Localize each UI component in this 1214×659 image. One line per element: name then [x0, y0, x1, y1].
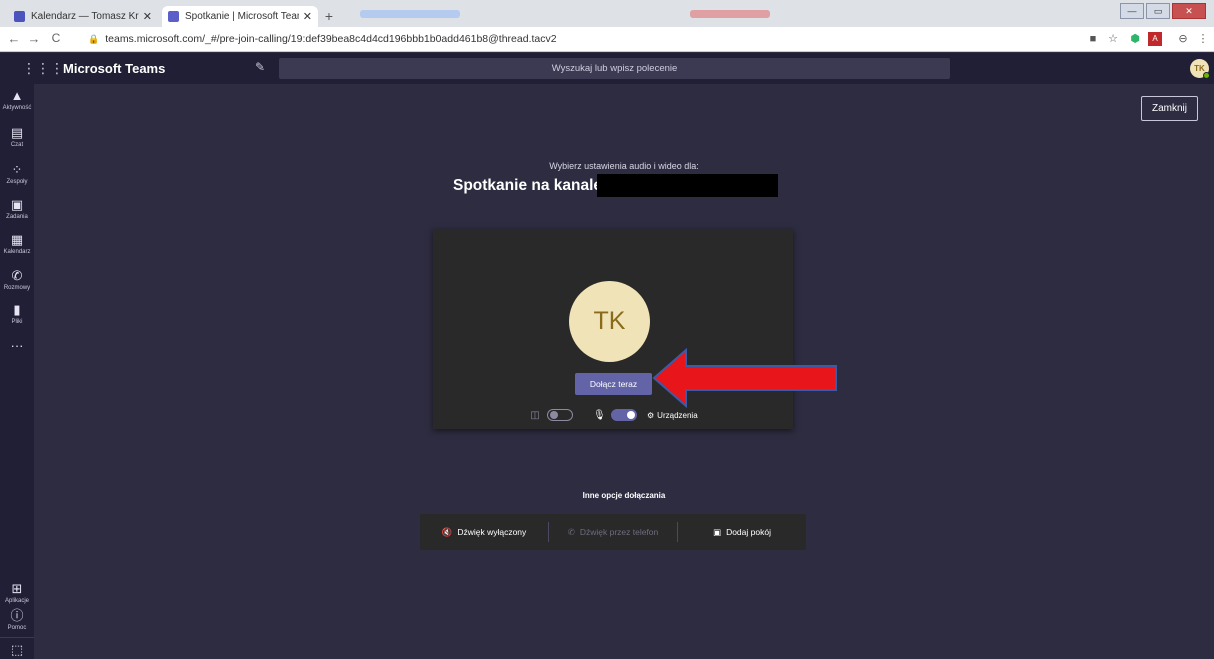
mic-toggle[interactable] [611, 409, 637, 421]
more-icon: ··· [10, 338, 24, 353]
add-room-option[interactable]: ▣ Dodaj pokój [677, 522, 806, 542]
rail-item-chat[interactable]: ▤ Czat [0, 125, 34, 148]
option-label: Dodaj pokój [726, 527, 771, 537]
gear-icon: ⚙ [647, 410, 655, 420]
prejoin-prompt: Wybierz ustawienia audio i wideo dla: [549, 161, 699, 171]
preview-avatar: TK [569, 281, 650, 362]
red-arrow-annotation [652, 348, 837, 408]
rail-label: Zespoły [6, 179, 28, 185]
avatar-initials: TK [1194, 64, 1205, 73]
rail-label: Pliki [11, 319, 23, 325]
phone-audio-option: ✆ Dźwięk przez telefon [548, 522, 677, 542]
download-app-button[interactable]: ⬚ [0, 637, 34, 658]
window-controls: — ▭ ✕ [1120, 3, 1206, 19]
teams-header: ⋮⋮⋮ Microsoft Teams ✎ Wyszukaj lub wpisz… [0, 53, 1214, 84]
rail-item-files[interactable]: ▮ Pliki [0, 302, 34, 325]
tab-title: Kalendarz — Tomasz Kretowicz - [31, 11, 139, 22]
window-close-icon[interactable]: ✕ [1172, 3, 1206, 19]
calendar-favicon-icon [14, 11, 25, 22]
url-field[interactable]: 🔒 teams.microsoft.com/_#/pre-join-callin… [88, 33, 557, 45]
download-icon: ⬚ [10, 642, 24, 657]
shield-extension-icon[interactable]: ⬢ [1128, 32, 1142, 46]
room-icon: ▣ [713, 526, 722, 537]
rail-label: Zadania [6, 214, 28, 220]
rail-item-tasks[interactable]: ▣ Zadania [0, 197, 34, 220]
tab-title: Spotkanie | Microsoft Teams [185, 11, 299, 22]
phone-icon: ✆ [567, 526, 575, 537]
close-tab-icon[interactable]: ✕ [303, 10, 312, 23]
devices-button[interactable]: ⚙ Urządzenia [647, 411, 698, 420]
menu-icon[interactable]: ⋮ [1196, 32, 1210, 46]
url-text: teams.microsoft.com/_#/pre-join-calling/… [105, 33, 557, 45]
rail-label: Aktywność [2, 105, 32, 111]
bell-icon: ▲ [10, 88, 24, 103]
option-label: Dźwięk wyłączony [457, 527, 527, 537]
teams-favicon-icon [168, 11, 179, 22]
forward-icon[interactable]: → [26, 31, 42, 46]
minimize-icon[interactable]: — [1120, 3, 1144, 19]
rail-item-more[interactable]: ··· [0, 338, 34, 354]
search-input[interactable]: Wyszukaj lub wpisz polecenie [279, 58, 950, 79]
new-tab-button[interactable]: + [320, 8, 338, 24]
microphone-icon: 🎙 [593, 409, 606, 421]
join-now-button[interactable]: Dołącz teraz [575, 373, 652, 395]
av-controls: ◫ 🎙 ⚙ Urządzenia [529, 405, 698, 425]
browser-tab-teams[interactable]: Spotkanie | Microsoft Teams ✕ [162, 6, 318, 27]
redacted-channel-name [597, 174, 778, 197]
phone-icon: ✆ [11, 268, 23, 283]
browser-tab-bar: Kalendarz — Tomasz Kretowicz - ✕ Spotkan… [0, 0, 1214, 27]
rail-label: Czat [10, 142, 24, 148]
pdf-extension-icon[interactable]: A [1148, 32, 1162, 46]
rail-label: Pomoc [7, 625, 27, 631]
app-launcher-icon[interactable]: ⋮⋮⋮ [22, 60, 64, 77]
rail-item-calls[interactable]: ✆ Rozmowy [0, 268, 34, 291]
browser-tab-calendar[interactable]: Kalendarz — Tomasz Kretowicz - ✕ [8, 6, 158, 27]
compose-icon[interactable]: ✎ [255, 60, 265, 74]
option-label: Dźwięk przez telefon [579, 527, 659, 537]
camera-off-icon: ◫ [530, 409, 540, 421]
profile-icon[interactable]: ⊖ [1176, 32, 1190, 46]
lock-icon: 🔒 [88, 33, 100, 44]
calendar-icon: ▦ [10, 232, 24, 247]
bookmark-star-icon[interactable]: ☆ [1106, 32, 1120, 46]
user-avatar[interactable]: TK [1190, 59, 1210, 79]
blurred-tab [690, 10, 770, 18]
close-tab-icon[interactable]: ✕ [143, 10, 152, 23]
brand-title: Microsoft Teams [63, 61, 166, 76]
help-icon: ⓘ [10, 608, 24, 623]
rail-item-help[interactable]: ⓘ Pomoc [0, 608, 34, 631]
address-bar: ← → C 🔒 teams.microsoft.com/_#/pre-join-… [0, 27, 1214, 52]
audio-off-option[interactable]: 🔇 Dźwięk wyłączony [420, 522, 548, 542]
blurred-tab [360, 10, 460, 18]
back-icon[interactable]: ← [6, 31, 22, 46]
rail-item-apps[interactable]: ⊞ Aplikacje [0, 581, 34, 604]
presence-icon [1203, 72, 1210, 79]
speaker-off-icon: 🔇 [441, 526, 453, 537]
video-toggle[interactable] [547, 409, 573, 421]
files-icon: ▮ [13, 302, 21, 317]
maximize-icon[interactable]: ▭ [1146, 3, 1170, 19]
rail-label: Kalendarz [3, 249, 31, 255]
camera-icon[interactable]: ■ [1086, 32, 1100, 46]
chat-icon: ▤ [10, 125, 24, 140]
reload-icon[interactable]: C [48, 31, 64, 45]
other-options-title: Inne opcje dołączania [582, 491, 666, 500]
meeting-title: Spotkanie na kanale [453, 177, 603, 194]
other-join-options: 🔇 Dźwięk wyłączony ✆ Dźwięk przez telefo… [420, 514, 806, 550]
rail-label: Rozmowy [3, 285, 31, 291]
devices-label: Urządzenia [657, 410, 698, 420]
rail-label: Aplikacje [4, 598, 29, 604]
close-button[interactable]: Zamknij [1141, 96, 1198, 121]
tasks-icon: ▣ [10, 197, 24, 212]
rail-item-activity[interactable]: ▲ Aktywność [0, 88, 34, 111]
apps-icon: ⊞ [11, 581, 23, 596]
rail-item-calendar[interactable]: ▦ Kalendarz [0, 232, 34, 255]
